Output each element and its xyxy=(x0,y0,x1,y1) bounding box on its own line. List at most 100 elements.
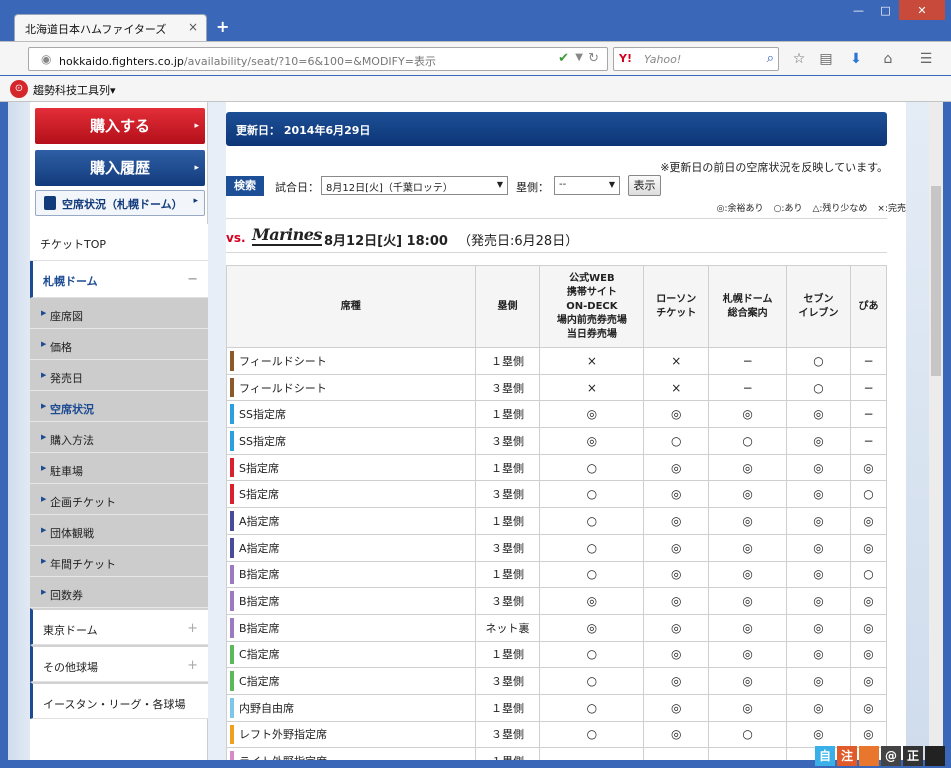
seat-status-button[interactable]: 空席状況（札幌ドーム） ▸ xyxy=(35,190,205,216)
toolbar-bookmark[interactable]: 趨勢科技工具列▾ xyxy=(33,82,116,98)
sidebar-item[interactable]: チケットTOP xyxy=(30,224,208,261)
search-box[interactable]: Y! Yahoo! ⌕ xyxy=(613,47,779,71)
seat-color-bar xyxy=(230,564,234,585)
expand-icon[interactable]: + xyxy=(187,658,198,673)
availability-cell: ◎ xyxy=(643,613,710,642)
reload-icon[interactable]: ↻ xyxy=(588,51,599,66)
table-row: フィールドシート １塁側 × × − ○ − xyxy=(226,347,888,375)
reading-list-icon[interactable]: ▤ xyxy=(817,50,835,68)
sidebar-item[interactable]: ▶ 購入方法 xyxy=(30,422,208,453)
sidebar-item[interactable]: ▶ 企画チケット xyxy=(30,484,208,515)
availability-cell: ○ xyxy=(539,560,645,589)
ime-button[interactable] xyxy=(925,746,945,766)
show-button[interactable]: 表示 xyxy=(628,175,661,196)
sidebar-item[interactable]: ▶ 価格 xyxy=(30,329,208,360)
side-cell: １塁側 xyxy=(474,640,541,669)
sidebar-item[interactable]: ▶ 団体観戦 xyxy=(30,515,208,546)
browser-tab[interactable]: 北海道日本ハムファイターズ × xyxy=(14,14,207,42)
seat-type-name: S指定席 xyxy=(239,461,279,475)
ime-button[interactable]: 注 xyxy=(837,746,857,766)
verified-check-icon: ✔ xyxy=(558,51,569,66)
collapse-icon[interactable]: − xyxy=(187,272,198,287)
header-channel-line: 公式WEB xyxy=(569,272,615,284)
search-placeholder: Yahoo! xyxy=(644,53,682,66)
availability-cell: × xyxy=(643,373,710,402)
expand-icon[interactable]: + xyxy=(187,621,198,636)
search-icon[interactable]: ⌕ xyxy=(767,51,774,66)
page-side-decoration xyxy=(906,102,929,760)
bullet-icon: ▶ xyxy=(41,433,47,441)
sidebar-item-label: 東京ドーム xyxy=(43,624,98,637)
home-icon[interactable]: ⌂ xyxy=(879,50,897,68)
availability-cell: ◎ xyxy=(708,480,788,509)
sidebar-item-label: 駐車場 xyxy=(50,465,83,478)
minimize-button[interactable]: — xyxy=(845,0,872,20)
ime-button[interactable] xyxy=(859,746,879,766)
globe-icon: ◉ xyxy=(41,52,52,66)
availability-cell: ◎ xyxy=(786,720,851,749)
scrollbar[interactable] xyxy=(929,102,943,760)
side-cell: １塁側 xyxy=(474,347,541,375)
seat-type-name: S指定席 xyxy=(239,488,279,502)
availability-cell: ◎ xyxy=(849,720,888,749)
side-select[interactable]: -- ▼ xyxy=(554,176,620,195)
sidebar-item[interactable]: 札幌ドーム − xyxy=(30,261,208,298)
sidebar-item[interactable]: ▶ 年間チケット xyxy=(30,546,208,577)
bookmarks-toolbar: ⊙ 趨勢科技工具列▾ xyxy=(0,76,951,102)
sidebar-item[interactable]: その他球場 + xyxy=(30,645,208,682)
side-cell: １塁側 xyxy=(474,400,541,429)
seat-type-name: B指定席 xyxy=(239,621,280,635)
availability-cell: ◎ xyxy=(708,613,788,642)
menu-icon[interactable]: ☰ xyxy=(917,50,935,68)
sidebar-item[interactable]: 東京ドーム + xyxy=(30,608,208,645)
availability-cell: × xyxy=(539,373,645,402)
bullet-icon: ▶ xyxy=(41,340,47,348)
maximize-button[interactable]: □ xyxy=(872,0,899,20)
game-date-select[interactable]: 8月12日[火]（千葉ロッテ） ▼ xyxy=(321,176,508,195)
tab-close-icon[interactable]: × xyxy=(188,20,198,34)
date-label: 試合日： xyxy=(275,181,319,194)
availability-cell: ◎ xyxy=(849,587,888,615)
sidebar-item[interactable]: ▶ 回数券 xyxy=(30,577,208,608)
availability-cell: ◎ xyxy=(786,613,851,642)
availability-cell: ◎ xyxy=(786,507,851,535)
close-window-button[interactable]: ✕ xyxy=(899,0,945,20)
sidebar-item[interactable]: ▶ 空席状況 xyxy=(30,391,208,422)
purchase-history-button[interactable]: 購入履歴 ▸ xyxy=(35,150,205,186)
availability-cell: − xyxy=(849,400,888,429)
address-bar[interactable]: ◉ hokkaido.fighters.co.jp/availability/s… xyxy=(28,47,608,71)
availability-cell: ◎ xyxy=(643,400,710,429)
header-channel: 札幌ドーム 総合案内 xyxy=(708,265,788,348)
buy-button[interactable]: 購入する ▸ xyxy=(35,108,205,144)
availability-cell: ◎ xyxy=(643,667,710,695)
seat-type-cell: A指定席 xyxy=(226,507,476,535)
sidebar-item[interactable]: ▶ 座席図 xyxy=(30,298,208,329)
availability-cell: − xyxy=(708,747,788,760)
side-cell: １塁側 xyxy=(474,453,541,482)
sidebar-item[interactable]: イースタン・リーグ・各球場 xyxy=(30,682,208,719)
url-dropdown-icon[interactable]: ▼ xyxy=(575,52,583,63)
legend: ◎:余裕あり ○:あり △:残り少なめ ×:完売 xyxy=(717,201,906,214)
side-cell: １塁側 xyxy=(474,507,541,535)
table-row: C指定席 １塁側 ○ ◎ ◎ ◎ ◎ xyxy=(226,640,888,669)
scrollbar-thumb[interactable] xyxy=(931,186,941,376)
browser-window: 北海道日本ハムファイターズ × + — □ ✕ ◉ hokkaido.fight… xyxy=(0,0,951,768)
header-channel-line: 札幌ドーム xyxy=(722,293,773,305)
availability-cell: ◎ xyxy=(708,587,788,615)
new-tab-button[interactable]: + xyxy=(216,17,229,36)
ime-button[interactable]: 正 xyxy=(903,746,923,766)
arrow-icon: ▸ xyxy=(193,196,198,206)
seat-color-bar xyxy=(230,644,234,665)
star-icon[interactable]: ☆ xyxy=(790,50,808,68)
table-row: B指定席 １塁側 ○ ◎ ◎ ◎ ○ xyxy=(226,560,888,589)
availability-cell: ◎ xyxy=(708,453,788,482)
availability-cell: × xyxy=(539,347,645,375)
seat-color-bar xyxy=(230,404,234,425)
download-icon[interactable]: ⬇ xyxy=(847,50,865,68)
sidebar-item[interactable]: ▶ 駐車場 xyxy=(30,453,208,484)
ime-button[interactable]: 自 xyxy=(815,746,835,766)
side-cell: ネット裏 xyxy=(474,613,541,642)
sidebar-menu: チケットTOP 札幌ドーム − ▶ 座席図 ▶ 価格 ▶ 発売日 ▶ 空席状況 ▶ 購入方法 ▶ 駐車場 ▶ 企… xyxy=(30,224,208,719)
ime-button[interactable]: @ xyxy=(881,746,901,766)
sidebar-item[interactable]: ▶ 発売日 xyxy=(30,360,208,391)
